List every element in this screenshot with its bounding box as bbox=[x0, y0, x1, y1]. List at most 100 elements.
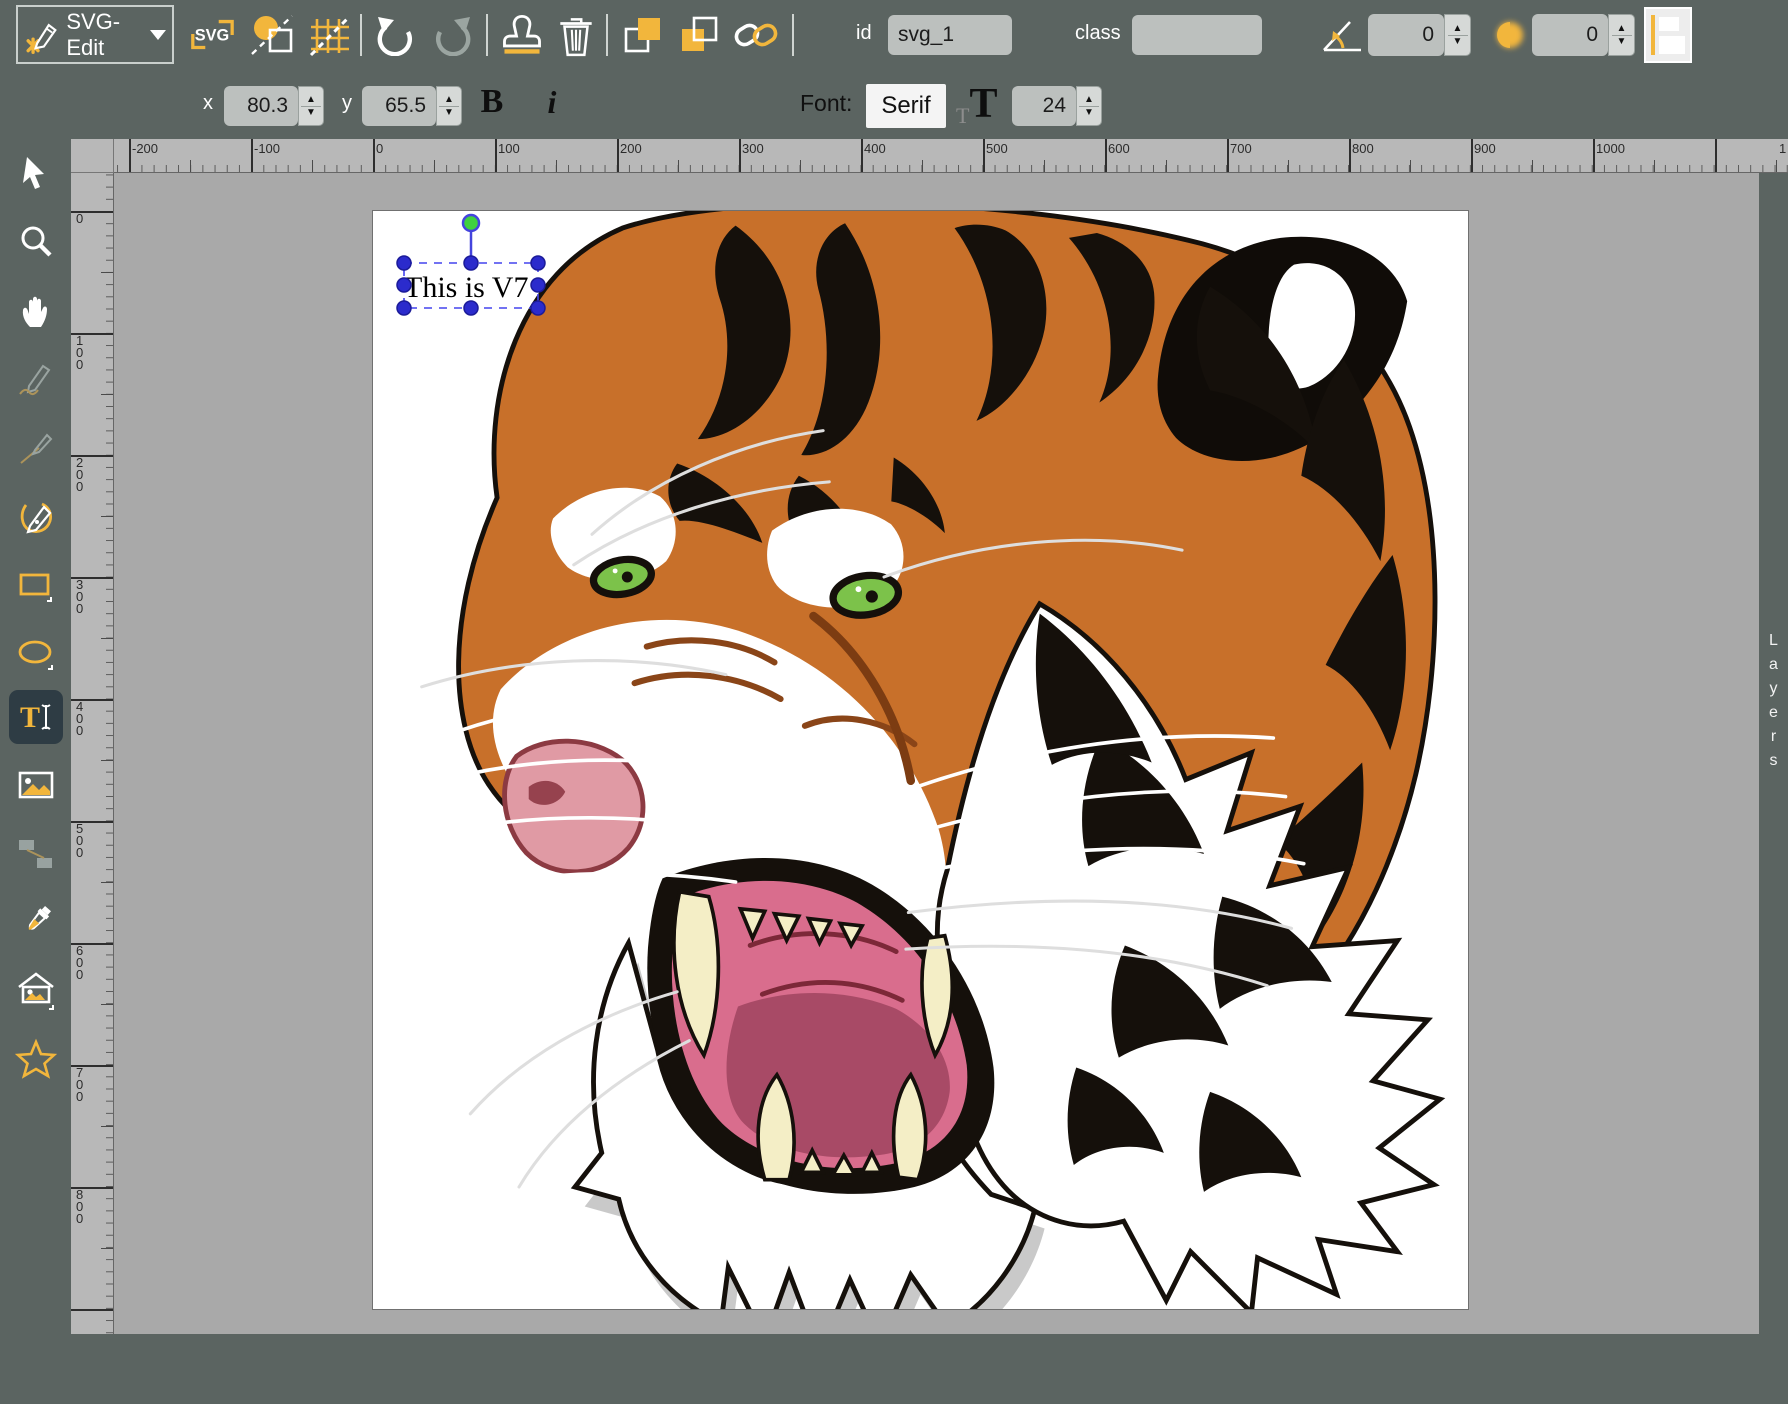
make-link-button[interactable] bbox=[732, 9, 780, 61]
line-tool-icon bbox=[17, 430, 55, 468]
menu-caret-icon bbox=[150, 30, 166, 40]
workspace[interactable]: This is V7 bbox=[114, 173, 1759, 1334]
tool-star[interactable] bbox=[9, 1032, 63, 1086]
toolbar-separator bbox=[606, 14, 608, 56]
class-label: class bbox=[1075, 22, 1121, 45]
toolbar-separator bbox=[486, 14, 488, 56]
tool-pencil-disabled[interactable] bbox=[9, 353, 63, 407]
x-input[interactable]: 80.3 bbox=[224, 86, 298, 126]
eyedropper-icon bbox=[16, 902, 56, 942]
clone-button[interactable] bbox=[498, 9, 546, 61]
tool-connector-disabled[interactable] bbox=[9, 827, 63, 881]
bold-button[interactable]: B bbox=[470, 76, 514, 128]
main-menu-button[interactable]: SVG-Edit bbox=[16, 5, 174, 64]
delete-button[interactable] bbox=[552, 9, 600, 61]
angle-icon bbox=[1320, 14, 1364, 56]
ruler-label: 1000 bbox=[1596, 141, 1625, 156]
ruler-label: 6 0 0 bbox=[76, 945, 83, 981]
ruler-label: 900 bbox=[1474, 141, 1496, 156]
ruler-label: 8 0 0 bbox=[76, 1189, 83, 1225]
move-to-bottom-button[interactable] bbox=[674, 9, 722, 61]
text-context-toolbar: x 80.3 ▲▼ y 65.5 ▲▼ B i abcd abcd abcd F… bbox=[0, 70, 1788, 139]
editor-preferences-button[interactable] bbox=[306, 9, 354, 61]
resize-handles[interactable] bbox=[397, 256, 545, 315]
ruler-label: -100 bbox=[254, 141, 280, 156]
shapes-icon bbox=[249, 13, 295, 57]
font-size-icon: TT bbox=[956, 80, 997, 129]
ruler-label: 2 0 0 bbox=[76, 457, 83, 493]
y-label: y bbox=[342, 92, 352, 115]
tool-path[interactable] bbox=[9, 490, 63, 544]
stamp-icon bbox=[500, 12, 544, 58]
tool-image[interactable] bbox=[9, 758, 63, 812]
main-toolbar: SVG-Edit SVG bbox=[0, 0, 1788, 70]
move-top-icon bbox=[619, 12, 665, 58]
italic-button[interactable]: i bbox=[532, 76, 572, 128]
tiger-artwork[interactable] bbox=[373, 211, 1468, 1309]
ruler-label: 500 bbox=[986, 141, 1008, 156]
undo-icon bbox=[374, 14, 418, 56]
svg-canvas[interactable]: This is V7 bbox=[373, 211, 1468, 1309]
layers-panel-toggle[interactable]: L a y e r s bbox=[1759, 173, 1788, 1334]
connector-icon bbox=[16, 834, 56, 874]
ruler-corner bbox=[71, 139, 114, 173]
selection-overlay bbox=[373, 211, 633, 341]
toolbar-separator bbox=[360, 14, 362, 56]
blur-tool bbox=[1492, 14, 1532, 56]
tool-pan[interactable] bbox=[9, 284, 63, 338]
ruler-label: -200 bbox=[132, 141, 158, 156]
magnifier-icon bbox=[17, 223, 55, 261]
grid-icon bbox=[307, 13, 353, 57]
tool-line-disabled[interactable] bbox=[9, 422, 63, 476]
tool-shape-library[interactable] bbox=[9, 964, 63, 1018]
ruler-label: 4 0 0 bbox=[76, 701, 83, 737]
tool-text[interactable]: T bbox=[9, 690, 63, 744]
align-panel-button[interactable] bbox=[1644, 7, 1692, 63]
logo-icon bbox=[24, 13, 60, 57]
ruler-label: 0 bbox=[76, 213, 83, 225]
y-spinner[interactable]: ▲▼ bbox=[436, 86, 462, 126]
tool-zoom[interactable] bbox=[9, 215, 63, 269]
font-family-button[interactable]: Serif bbox=[866, 84, 946, 128]
svg-edit-app: SVG-Edit SVG bbox=[0, 0, 1788, 1404]
blur-input[interactable]: 0 bbox=[1532, 14, 1608, 56]
ellipse-tool-icon bbox=[16, 634, 56, 674]
select-arrow-icon bbox=[17, 155, 55, 193]
app-title: SVG-Edit bbox=[66, 9, 142, 61]
x-spinner[interactable]: ▲▼ bbox=[298, 86, 324, 126]
font-label: Font: bbox=[800, 90, 852, 117]
redo-button[interactable] bbox=[428, 9, 476, 61]
class-input[interactable] bbox=[1132, 15, 1262, 55]
hand-icon bbox=[17, 292, 55, 330]
tool-rect[interactable] bbox=[9, 559, 63, 613]
align-bar-icon bbox=[1651, 15, 1655, 55]
path-pen-icon bbox=[16, 497, 56, 537]
move-to-top-button[interactable] bbox=[618, 9, 666, 61]
tool-eyedropper[interactable] bbox=[9, 895, 63, 949]
document-properties-button[interactable] bbox=[248, 9, 296, 61]
id-input[interactable]: svg_1 bbox=[888, 15, 1012, 55]
ruler-label: 7 0 0 bbox=[76, 1067, 83, 1103]
angle-tool bbox=[1320, 14, 1364, 56]
toolbar-separator bbox=[792, 14, 794, 56]
blur-spinner[interactable]: ▲▼ bbox=[1608, 14, 1635, 56]
x-label: x bbox=[203, 92, 213, 115]
tool-ellipse[interactable] bbox=[9, 627, 63, 681]
angle-input[interactable]: 0 bbox=[1368, 14, 1444, 56]
font-size-input[interactable]: 24 bbox=[1012, 86, 1076, 126]
tools-sidebar: T bbox=[0, 139, 71, 1334]
link-icon bbox=[732, 14, 780, 56]
tool-select[interactable] bbox=[9, 147, 63, 201]
font-size-spinner[interactable]: ▲▼ bbox=[1076, 86, 1102, 126]
bottom-toolbar: 61.0 ▲▼ ▼ 0 ▲▼ — bbox=[0, 1334, 1788, 1404]
ruler-label: 3 0 0 bbox=[76, 579, 83, 615]
ruler-label: 600 bbox=[1108, 141, 1130, 156]
rotate-handle[interactable] bbox=[463, 215, 479, 231]
source-editor-button[interactable]: SVG bbox=[188, 9, 236, 61]
angle-spinner[interactable]: ▲▼ bbox=[1444, 14, 1471, 56]
y-input[interactable]: 65.5 bbox=[362, 86, 436, 126]
pencil-icon bbox=[17, 361, 55, 399]
ruler-label: 0 bbox=[376, 141, 383, 156]
undo-button[interactable] bbox=[372, 9, 420, 61]
ruler-label: 300 bbox=[742, 141, 764, 156]
